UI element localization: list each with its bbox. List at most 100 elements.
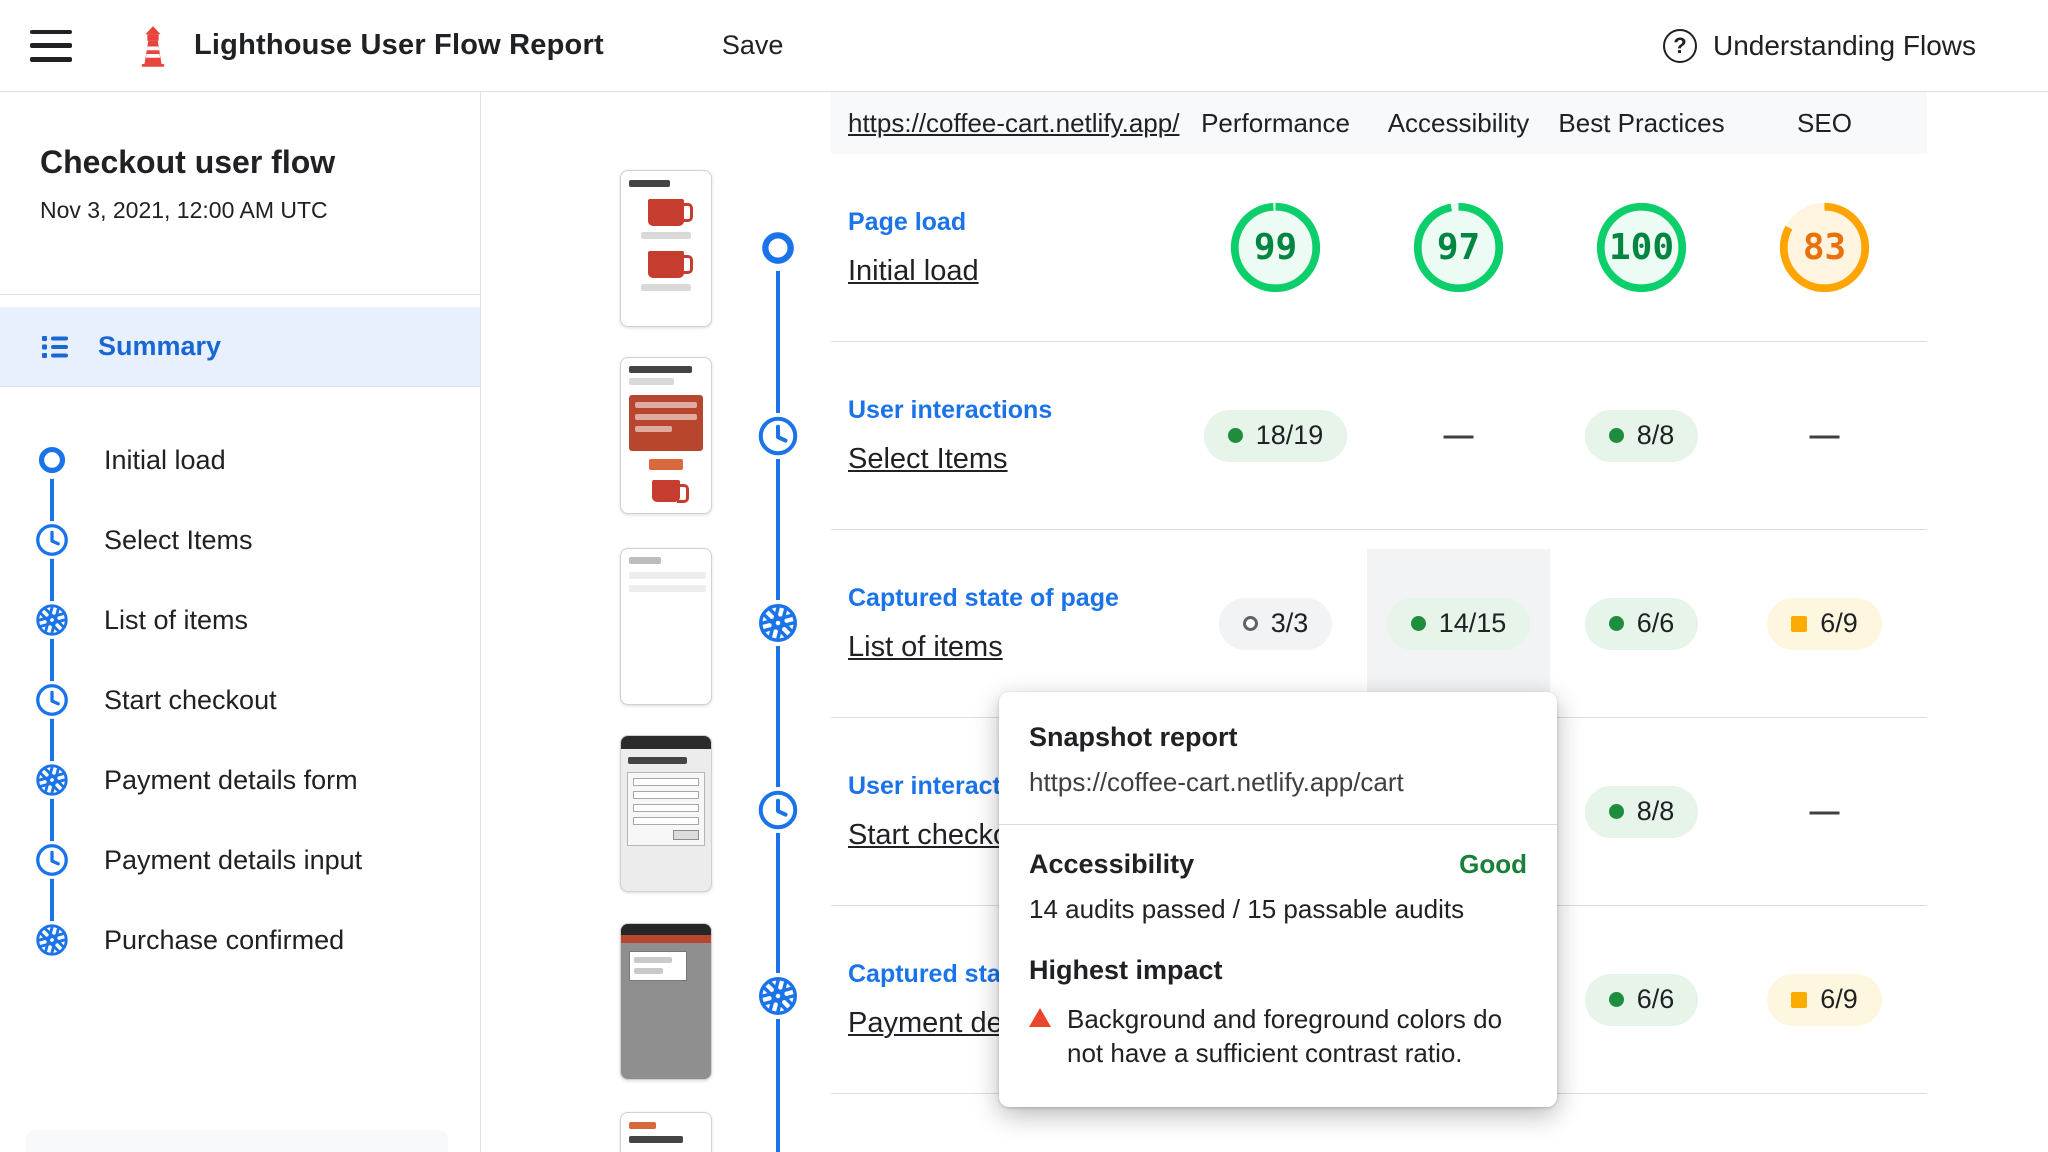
tooltip-impact-heading: Highest impact: [1029, 955, 1223, 985]
app-title: Lighthouse User Flow Report: [194, 29, 604, 61]
accessibility-gauge[interactable]: 97: [1410, 199, 1507, 296]
row-kind-label: Captured state of page: [848, 583, 1119, 612]
app-header: Lighthouse User Flow Report Save Underst…: [0, 0, 2048, 92]
thumbnail-list-of-items: [620, 548, 712, 705]
pass-dot-icon: [1608, 616, 1624, 631]
score-pill[interactable]: 8/8: [1584, 409, 1699, 462]
score-pill[interactable]: 6/6: [1584, 597, 1699, 650]
tooltip-impact-finding: Background and foreground colors do not …: [1067, 1004, 1503, 1069]
flow-date: Nov 3, 2021, 12:00 AM UTC: [40, 197, 328, 223]
timespan-clock-icon: [33, 681, 71, 719]
snapshot-shutter-icon: [33, 601, 71, 639]
snapshot-shutter-icon: [755, 600, 801, 646]
no-score-dash: —: [1443, 418, 1474, 452]
score-pill[interactable]: 8/8: [1584, 785, 1699, 838]
seo-gauge[interactable]: 83: [1776, 199, 1873, 296]
row-name-link[interactable]: Select Items: [848, 443, 1008, 476]
sidebar-item-purchase-confirmed[interactable]: Purchase confirmed: [0, 900, 480, 980]
pass-dot-icon: [1227, 428, 1243, 443]
thumbnail-select-items: [620, 357, 712, 514]
hamburger-icon[interactable]: [30, 29, 72, 62]
step-label: Select Items: [104, 524, 253, 555]
column-header-best-practices: Best Practices: [1558, 107, 1725, 138]
column-header-accessibility: Accessibility: [1387, 107, 1530, 138]
thumbnail-payment-details-input: [620, 923, 712, 1080]
row-name-link[interactable]: List of items: [848, 631, 1003, 664]
step-label: Payment details input: [104, 844, 363, 875]
report-row-select-items: User interactions Select Items 18/19 — 8…: [831, 342, 1927, 530]
row-kind-label: User interactions: [848, 395, 1053, 424]
report-row-initial-load: Page load Initial load 99 97 100 83: [831, 154, 1927, 342]
sidebar-item-summary[interactable]: Summary: [0, 307, 480, 387]
score-pill[interactable]: 18/19: [1203, 409, 1348, 462]
step-label: Purchase confirmed: [104, 924, 345, 955]
navigation-ring-icon: [755, 225, 801, 271]
tooltip-rating-good: Good: [1459, 849, 1527, 879]
row-kind-label: Page load: [848, 207, 967, 236]
report-url-link[interactable]: https://coffee-cart.netlify.app/: [831, 108, 1184, 139]
thumbnail-initial-load: [620, 170, 712, 327]
no-score-dash: —: [1809, 794, 1840, 828]
thumbnail-payment-details-form: [620, 735, 712, 892]
snapshot-shutter-icon: [33, 921, 71, 959]
warning-triangle-icon: [1029, 1008, 1051, 1027]
question-circle-icon: [1662, 28, 1697, 63]
tooltip-category: Accessibility: [1029, 849, 1195, 879]
score-pill[interactable]: 6/9: [1767, 973, 1882, 1026]
sidebar: Checkout user flow Nov 3, 2021, 12:00 AM…: [0, 92, 481, 1152]
average-square-icon: [1791, 615, 1808, 632]
report-table-header: https://coffee-cart.netlify.app/ Perform…: [831, 92, 1927, 154]
pass-dot-icon: [1608, 992, 1624, 1007]
lighthouse-flow-report-page: Lighthouse User Flow Report Save Underst…: [0, 0, 2048, 1152]
score-pill[interactable]: 3/3: [1218, 597, 1333, 650]
tooltip-url: https://coffee-cart.netlify.app/cart: [1029, 767, 1404, 797]
sidebar-item-payment-details-input[interactable]: Payment details input: [0, 820, 480, 900]
sidebar-item-list-of-items[interactable]: List of items: [0, 580, 480, 660]
timespan-clock-icon: [33, 841, 71, 879]
sidebar-divider: [0, 294, 480, 295]
navigation-ring-icon: [33, 441, 71, 479]
no-score-dash: —: [1809, 418, 1840, 452]
pass-dot-icon: [1410, 616, 1426, 631]
score-pill[interactable]: 6/9: [1767, 597, 1882, 650]
tooltip-divider: [999, 824, 1557, 825]
snapshot-report-tooltip: Snapshot report https://coffee-cart.netl…: [999, 692, 1557, 1107]
timespan-clock-icon: [755, 787, 801, 833]
snapshot-shutter-icon: [33, 761, 71, 799]
best-practices-gauge[interactable]: 100: [1593, 199, 1690, 296]
column-header-seo: SEO: [1797, 107, 1852, 138]
score-pill[interactable]: 6/6: [1584, 973, 1699, 1026]
lighthouse-logo-icon: [136, 25, 170, 67]
report-row-list-of-items: Captured state of page List of items 3/3…: [831, 530, 1927, 718]
column-header-performance: Performance: [1201, 107, 1350, 138]
summary-label: Summary: [98, 331, 222, 361]
performance-gauge[interactable]: 99: [1227, 199, 1324, 296]
step-label: List of items: [104, 604, 249, 635]
tooltip-title: Snapshot report: [1029, 722, 1238, 752]
sidebar-item-payment-details-form[interactable]: Payment details form: [0, 740, 480, 820]
sidebar-item-start-checkout[interactable]: Start checkout: [0, 660, 480, 740]
step-label: Payment details form: [104, 764, 358, 795]
snapshot-shutter-icon: [755, 973, 801, 1019]
row-name-link[interactable]: Initial load: [848, 255, 979, 288]
step-list: Initial load Select Items List of items …: [0, 420, 480, 980]
snapshot-ring-icon: [1242, 616, 1258, 631]
average-square-icon: [1791, 991, 1808, 1008]
understanding-flows-label: Understanding Flows: [1712, 29, 1976, 61]
step-label: Start checkout: [104, 684, 277, 715]
pass-dot-icon: [1608, 428, 1624, 443]
hovered-cell-highlight: 14/15: [1367, 548, 1550, 699]
pass-dot-icon: [1608, 804, 1624, 819]
thumbnail-purchase-confirmed: [620, 1112, 712, 1152]
tooltip-audits-summary: 14 audits passed / 15 passable audits: [1029, 894, 1465, 924]
sidebar-item-select-items[interactable]: Select Items: [0, 500, 480, 580]
timespan-clock-icon: [33, 521, 71, 559]
understanding-flows-link[interactable]: Understanding Flows: [1662, 28, 1976, 63]
flow-title: Checkout user flow: [40, 144, 336, 180]
save-button[interactable]: Save: [722, 30, 784, 61]
environment-panel: Emulated Moto G4 4x slowdown: [26, 1130, 448, 1152]
timespan-clock-icon: [755, 413, 801, 459]
score-pill-hovered[interactable]: 14/15: [1386, 597, 1531, 650]
list-icon: [42, 335, 68, 358]
sidebar-item-initial-load[interactable]: Initial load: [0, 420, 480, 500]
